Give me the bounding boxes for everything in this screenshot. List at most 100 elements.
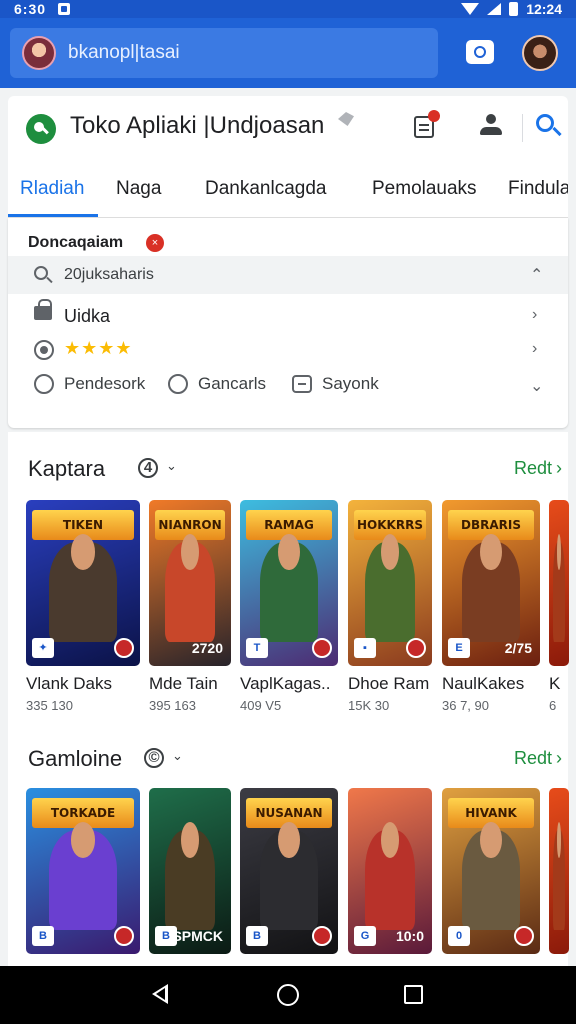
app-card[interactable]: NUSANAN B	[240, 788, 338, 954]
app-card[interactable]: TORKADE B	[26, 788, 140, 954]
section-kaptara: Kaptara 4 ⌄ Redt › TIKEN ✦ Vlank Daks 335 1…	[8, 432, 569, 722]
status-bar: 6:30 12:24	[0, 0, 576, 18]
rating-badge: G	[354, 926, 376, 946]
app-character	[259, 534, 319, 642]
tab-naga[interactable]: Naga	[116, 178, 161, 200]
lock-icon	[34, 299, 52, 320]
app-card[interactable]: B SPMCK	[149, 788, 231, 954]
filter-row-label[interactable]: Uidka	[64, 306, 110, 327]
app-character	[553, 822, 565, 930]
section-badge: 4	[138, 458, 158, 478]
tab-dankanlcagda[interactable]: Dankanlcagda	[205, 178, 326, 200]
wifi-icon	[461, 3, 480, 15]
store-logo-icon	[26, 114, 56, 144]
rating-badge: 0	[448, 926, 470, 946]
camera-button[interactable]	[466, 40, 494, 64]
section-title: Kaptara	[28, 456, 106, 481]
chevron-right-icon[interactable]: ›	[532, 306, 537, 324]
notification-badge	[428, 110, 440, 122]
filter-heading: Doncaqaiam	[28, 234, 124, 251]
filter-search-row[interactable]: 20juksaharis ⌃	[8, 256, 568, 294]
rating-radio[interactable]	[34, 340, 54, 360]
app-corner-label: 10:0	[395, 928, 424, 944]
rating-badge: T	[246, 638, 268, 658]
app-meta: 6	[549, 698, 557, 713]
app-character	[48, 534, 118, 642]
profile-avatar[interactable]	[522, 35, 558, 71]
app-character	[165, 534, 215, 642]
app-character	[461, 822, 521, 930]
store-header: Toko Apliaki |Undjoasan Rladiah Naga Dan…	[8, 96, 568, 218]
account-avatar[interactable]	[22, 36, 56, 70]
app-card[interactable]: NIANRON 2720 Mde Tain 395 163	[149, 500, 231, 713]
more-link[interactable]: Redt	[514, 748, 552, 769]
app-thumbnail	[549, 788, 569, 954]
option-label: Pendesork	[64, 374, 146, 393]
home-icon[interactable]	[277, 984, 299, 1006]
app-thumbnail: NIANRON 2720	[149, 500, 231, 666]
app-corner-label: 2720	[191, 640, 223, 656]
more-link[interactable]: Redt	[514, 458, 552, 479]
app-meta: 395 163	[149, 698, 196, 713]
recent-apps-icon[interactable]	[404, 985, 423, 1004]
system-nav-bar	[0, 966, 576, 1024]
app-card[interactable]: TIKEN ✦ Vlank Daks 335 130	[26, 500, 140, 713]
app-card[interactable]: G 10:0	[348, 788, 432, 954]
rating-stars: ★★★★	[64, 338, 133, 358]
app-card[interactable]: HOKKRRS ▪ Dhoe Ram 15K 30	[348, 500, 432, 713]
option-pendesork[interactable]: Pendesork	[34, 374, 145, 394]
pin-icon[interactable]	[338, 112, 354, 126]
page-title: Toko Apliaki |Undjoasan	[70, 112, 325, 139]
option-gancarls[interactable]: Gancarls	[168, 374, 266, 394]
app-thumbnail: DBRARIS E 2/75	[442, 500, 540, 666]
option-sayonk[interactable]: Sayonk	[292, 374, 379, 394]
app-character	[48, 822, 118, 930]
rating-badge: ✦	[32, 638, 54, 658]
back-icon[interactable]	[152, 984, 168, 1004]
app-card[interactable]: HIVANK 0	[442, 788, 540, 954]
app-corner-label: SPMCK	[172, 928, 223, 944]
radio-icon	[168, 374, 188, 394]
app-meta: 335 130	[26, 698, 73, 713]
rating-badge: B	[246, 926, 268, 946]
active-tab-indicator	[8, 214, 98, 217]
app-name: Vlank Daks	[26, 674, 112, 693]
filter-panel: Doncaqaiam × 20juksaharis ⌃ Uidka › ★★★★…	[8, 218, 568, 428]
account-icon[interactable]	[478, 114, 504, 140]
app-thumbnail	[549, 500, 569, 666]
app-card[interactable]: K6	[549, 500, 569, 713]
tab-pemolauaks[interactable]: Pemolauaks	[372, 178, 477, 200]
publisher-badge	[406, 638, 426, 658]
rating-badge: B	[32, 926, 54, 946]
app-character	[461, 534, 521, 642]
app-thumbnail: G 10:0	[348, 788, 432, 954]
app-card[interactable]: RAMAG T VaplKagas.. 409 V5	[240, 500, 338, 713]
app-name: K	[549, 674, 561, 693]
chevron-right-icon[interactable]: ›	[556, 748, 562, 769]
search-bar[interactable]: bkanopl|tasai	[10, 28, 438, 78]
app-character	[165, 822, 215, 930]
publisher-badge	[114, 638, 134, 658]
filter-close-badge[interactable]: ×	[146, 234, 164, 252]
publisher-badge	[312, 638, 332, 658]
checkbox-icon	[292, 375, 312, 393]
section-badge: ©	[144, 748, 164, 768]
section-title: Gamloine	[28, 746, 123, 771]
search-icon[interactable]	[536, 114, 554, 132]
option-label: Gancarls	[198, 374, 267, 393]
tab-rladiah[interactable]: Rladiah	[20, 178, 84, 200]
chevron-down-icon[interactable]: ⌄	[172, 748, 183, 764]
app-card[interactable]	[549, 788, 569, 954]
chevron-up-icon[interactable]: ⌃	[530, 265, 543, 285]
app-card[interactable]: DBRARIS E 2/75 NaulKakes 36 7, 90	[442, 500, 540, 713]
tab-findulals[interactable]: Findulals	[508, 178, 568, 200]
chevron-down-icon[interactable]: ⌄	[166, 458, 177, 474]
app-character	[364, 534, 416, 642]
camera-icon	[474, 46, 486, 58]
chevron-right-icon[interactable]: ›	[556, 458, 562, 479]
chevron-right-icon[interactable]: ›	[532, 340, 537, 358]
chevron-down-icon[interactable]: ⌄	[530, 376, 543, 396]
option-label: Sayonk	[322, 374, 379, 393]
app-name: VaplKagas..	[240, 674, 331, 693]
top-app-bar: bkanopl|tasai	[0, 18, 576, 88]
